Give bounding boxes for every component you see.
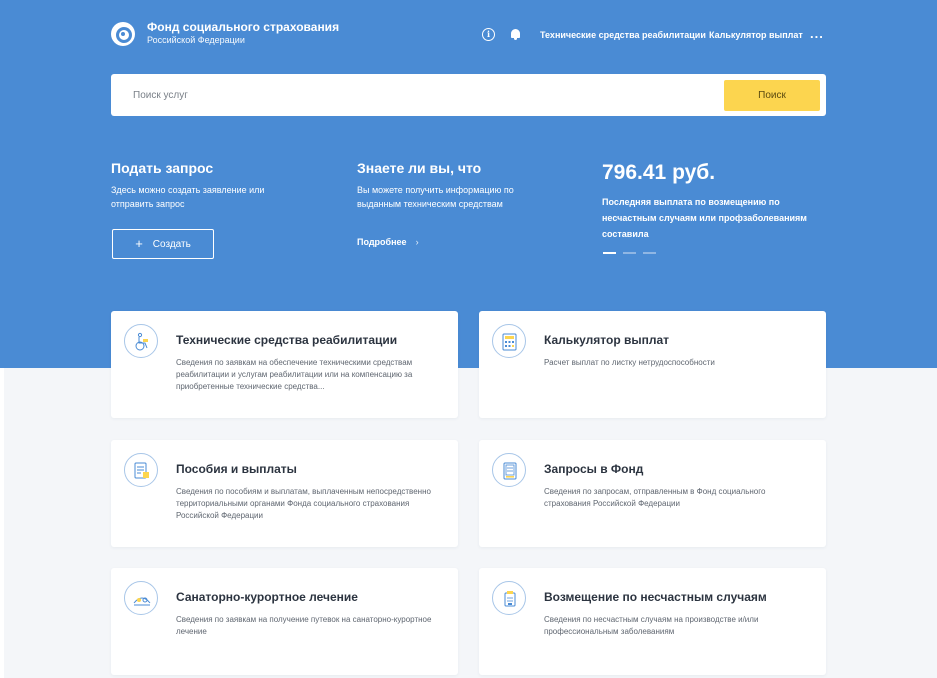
bell-icon[interactable] <box>510 28 521 41</box>
request-document-icon <box>492 453 526 487</box>
card-title: Возмещение по несчастным случаям <box>544 590 767 604</box>
document-payment-icon <box>124 453 158 487</box>
plus-icon: + <box>135 236 143 251</box>
org-title: Фонд социального страхования <box>147 20 340 34</box>
nav-payment-calculator[interactable]: Калькулятор выплат <box>709 30 803 40</box>
card-description: Сведения по заявкам на получение путевок… <box>176 615 432 636</box>
card-description: Расчет выплат по листку нетрудоспособнос… <box>544 358 715 367</box>
tip-section: Знаете ли вы, что Вы можете получить инф… <box>357 159 557 211</box>
card-fund-requests[interactable]: Запросы в Фонд Сведения по запросам, отп… <box>479 440 826 547</box>
logo[interactable]: Фонд социального страхования Российской … <box>111 20 339 47</box>
request-text: Здесь можно создать заявление или отправ… <box>111 185 265 209</box>
create-button[interactable]: + Создать <box>112 229 214 259</box>
card-title: Санаторно-курортное лечение <box>176 590 358 604</box>
sanatorium-icon <box>124 581 158 615</box>
tip-title: Знаете ли вы, что <box>357 160 482 176</box>
wheelchair-icon <box>124 324 158 358</box>
card-title: Пособия и выплаты <box>176 462 297 476</box>
more-link-label: Подробнее <box>357 237 407 247</box>
card-title: Технические средства реабилитации <box>176 333 398 347</box>
more-menu-icon[interactable]: ... <box>810 26 824 41</box>
card-description: Сведения по несчастным случаям на произв… <box>544 615 759 636</box>
card-description: Сведения по запросам, отправленным в Фон… <box>544 487 766 508</box>
calculator-icon <box>492 324 526 358</box>
org-subtitle: Российской Федерации <box>147 35 245 45</box>
header-icons: i <box>482 28 521 41</box>
slider-dot-1[interactable] <box>603 252 616 254</box>
slider-dots <box>603 252 663 254</box>
compensation-icon <box>492 581 526 615</box>
search-bar: Поиск <box>111 74 826 116</box>
last-payment-text: Последняя выплата по возмещению по несча… <box>602 197 807 239</box>
card-title: Калькулятор выплат <box>544 333 670 347</box>
request-section: Подать запрос Здесь можно создать заявле… <box>111 159 301 211</box>
slider-dot-3[interactable] <box>643 252 656 254</box>
card-accident-compensation[interactable]: Возмещение по несчастным случаям Сведени… <box>479 568 826 675</box>
card-sanatorium[interactable]: Санаторно-курортное лечение Сведения по … <box>111 568 458 675</box>
logo-text: Фонд социального страхования Российской … <box>147 20 339 47</box>
card-description: Сведения по заявкам на обеспечение техни… <box>176 358 413 391</box>
card-payment-calculator[interactable]: Калькулятор выплат Расчет выплат по лист… <box>479 311 826 418</box>
more-link[interactable]: Подробнее › <box>357 237 419 247</box>
card-rehab-means[interactable]: Технические средства реабилитации Сведен… <box>111 311 458 418</box>
payment-section: 796.41 руб. Последняя выплата по возмеще… <box>602 160 832 242</box>
slider-dot-2[interactable] <box>623 252 636 254</box>
search-button[interactable]: Поиск <box>724 80 820 111</box>
nav-rehab-means[interactable]: Технические средства реабилитации <box>540 30 706 40</box>
tip-text: Вы можете получить информацию по выданны… <box>357 185 514 209</box>
chevron-right-icon: › <box>415 237 419 247</box>
card-title: Запросы в Фонд <box>544 462 644 476</box>
search-input[interactable] <box>111 74 711 116</box>
page-edge <box>0 368 4 678</box>
last-payment-amount: 796.41 руб. <box>602 161 716 184</box>
card-description: Сведения по пособиям и выплатам, выплаче… <box>176 487 431 520</box>
request-title: Подать запрос <box>111 160 214 176</box>
info-icon[interactable]: i <box>482 28 495 41</box>
card-benefits[interactable]: Пособия и выплаты Сведения по пособиям и… <box>111 440 458 547</box>
fss-logo-icon <box>111 21 135 46</box>
create-button-label: Создать <box>152 238 191 250</box>
